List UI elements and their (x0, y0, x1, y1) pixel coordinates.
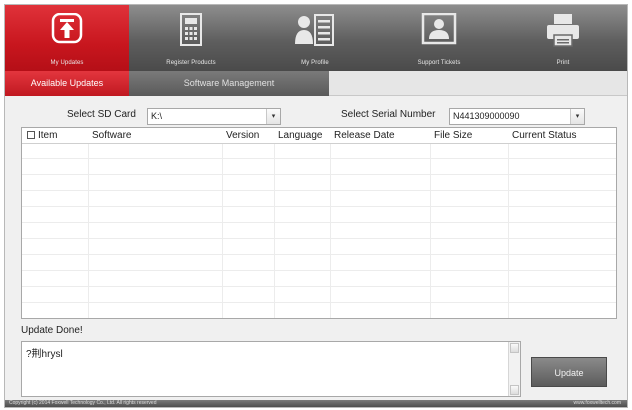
row-divider (22, 158, 616, 159)
register-icon (180, 13, 202, 46)
row-divider (22, 286, 616, 287)
nav-my-profile[interactable]: My Profile (253, 5, 377, 71)
nav-label: Register Products (166, 60, 216, 66)
serial-number-select[interactable]: N441309000090 ▾ (449, 108, 585, 125)
column-header-version[interactable]: Version (226, 130, 259, 141)
column-label: Item (38, 130, 58, 141)
scroll-up-icon[interactable] (510, 343, 519, 353)
nav-support-tickets[interactable]: Support Tickets (377, 5, 501, 71)
column-divider (430, 144, 431, 318)
updates-table: Item Software Version Language Release D… (21, 127, 617, 319)
top-navigation: My Updates Register Products My Profile … (5, 5, 627, 71)
nav-print[interactable]: Print (501, 5, 625, 71)
website-link[interactable]: www.foxwelltech.com (573, 400, 621, 407)
tab-software-management[interactable]: Software Management (129, 71, 329, 96)
log-text: ?荆hrysl (26, 349, 63, 360)
sub-tab-bar: Available Updates Software Management (5, 71, 627, 96)
row-divider (22, 174, 616, 175)
update-button[interactable]: Update (531, 357, 607, 387)
table-body (22, 144, 616, 318)
column-header-item[interactable]: Item (27, 130, 57, 141)
nav-label: Print (556, 60, 570, 66)
sd-card-value: K:\ (151, 111, 163, 121)
scroll-down-icon[interactable] (510, 385, 519, 395)
support-icon (421, 13, 457, 45)
column-header-file-size[interactable]: File Size (434, 130, 472, 141)
tab-bar-filler (329, 71, 627, 96)
column-divider (274, 144, 275, 318)
copyright-text: Copyright (c) 2014 Foxwell Technology Co… (9, 400, 157, 406)
log-scrollbar[interactable] (508, 342, 520, 396)
app-window: My Updates Register Products My Profile … (4, 4, 628, 408)
row-divider (22, 222, 616, 223)
sd-card-label: Select SD Card (67, 109, 136, 120)
column-header-language[interactable]: Language (278, 130, 323, 141)
nav-label: My Updates (50, 60, 84, 66)
footer-bar: Copyright (c) 2014 Foxwell Technology Co… (5, 400, 627, 407)
upload-icon (51, 13, 83, 44)
column-divider (508, 144, 509, 318)
row-divider (22, 206, 616, 207)
column-header-release-date[interactable]: Release Date (334, 130, 395, 141)
printer-icon (547, 14, 579, 47)
column-divider (330, 144, 331, 318)
nav-my-updates[interactable]: My Updates (5, 5, 129, 71)
select-all-checkbox[interactable] (27, 131, 35, 139)
chevron-down-icon[interactable]: ▾ (570, 109, 584, 124)
sd-card-select[interactable]: K:\ ▾ (147, 108, 281, 125)
log-output[interactable]: ?荆hrysl (21, 341, 521, 397)
column-divider (222, 144, 223, 318)
nav-label: My Profile (301, 60, 329, 66)
column-divider (88, 144, 89, 318)
tab-available-updates[interactable]: Available Updates (5, 71, 129, 96)
chevron-down-icon[interactable]: ▾ (266, 109, 280, 124)
row-divider (22, 238, 616, 239)
nav-label: Support Tickets (417, 60, 461, 66)
nav-register-products[interactable]: Register Products (129, 5, 253, 71)
status-text: Update Done! (21, 325, 83, 336)
row-divider (22, 254, 616, 255)
row-divider (22, 190, 616, 191)
serial-number-value: N441309000090 (453, 111, 520, 121)
profile-icon (295, 14, 334, 46)
table-header: Item Software Version Language Release D… (22, 128, 616, 144)
column-header-software[interactable]: Software (92, 130, 131, 141)
row-divider (22, 270, 616, 271)
column-header-current-status[interactable]: Current Status (512, 130, 576, 141)
serial-number-label: Select Serial Number (341, 109, 436, 120)
row-divider (22, 302, 616, 303)
